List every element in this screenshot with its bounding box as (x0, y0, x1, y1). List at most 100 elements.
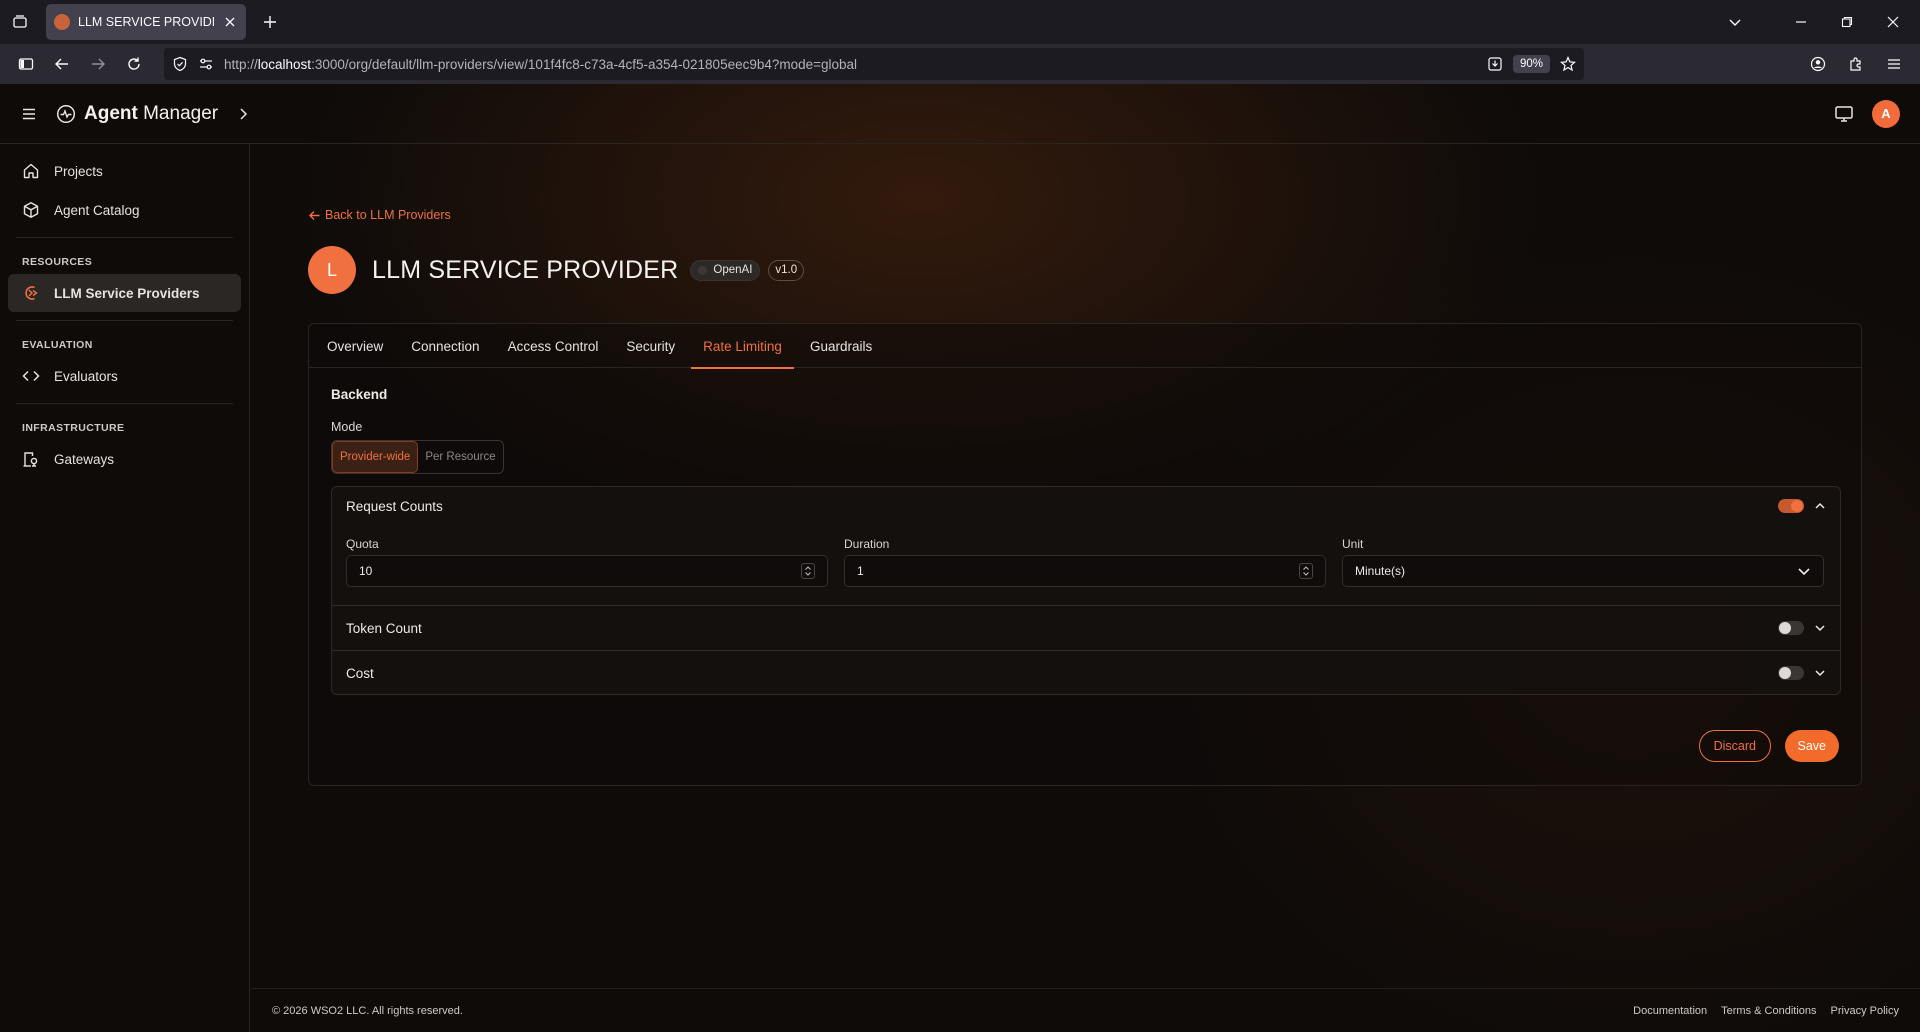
sidebar-section-resources: RESOURCES (22, 256, 93, 268)
tab-connection[interactable]: Connection (399, 324, 491, 368)
chevron-right-icon[interactable] (236, 107, 250, 121)
browser-tab-active[interactable]: LLM SERVICE PROVIDER | WSO2 (46, 4, 246, 40)
browser-tab-title: LLM SERVICE PROVIDER | WSO2 (78, 15, 214, 29)
accordion-header-request-counts[interactable]: Request Counts (332, 487, 1840, 525)
unit-select[interactable]: Minute(s) (1342, 555, 1824, 587)
reload-icon[interactable] (116, 48, 152, 80)
unit-label: Unit (1342, 537, 1364, 551)
quota-stepper-icon[interactable] (801, 563, 815, 579)
request-counts-toggle[interactable] (1778, 499, 1804, 513)
cost-toggle[interactable] (1778, 666, 1804, 680)
token-count-toggle[interactable] (1778, 621, 1804, 635)
chevron-down-icon[interactable] (1814, 667, 1826, 679)
sidebar-section-evaluation: EVALUATION (22, 339, 93, 351)
mode-option-provider-wide[interactable]: Provider-wide (332, 441, 419, 473)
accordion-header-cost[interactable]: Cost (332, 651, 1840, 695)
tab-overflow-chevron-icon[interactable] (1712, 0, 1758, 44)
sidebar-item-label: Projects (54, 163, 103, 179)
sidebar-section-infrastructure: INFRASTRUCTURE (22, 422, 125, 434)
menu-icon[interactable] (1876, 48, 1912, 80)
close-tab-icon[interactable] (222, 14, 238, 30)
bookmark-star-icon[interactable] (1560, 56, 1576, 72)
duration-label: Duration (844, 537, 890, 551)
sidebar-item-llm-service-providers[interactable]: LLM Service Providers (8, 274, 241, 312)
back-icon[interactable] (44, 48, 80, 80)
back-to-llm-providers-link[interactable]: Back to LLM Providers (308, 208, 451, 222)
account-icon[interactable] (1800, 48, 1836, 80)
section-title-backend: Backend (331, 387, 388, 402)
monitor-icon[interactable] (1834, 104, 1854, 124)
url-bar[interactable]: http://localhost:3000/org/default/llm-pr… (164, 48, 1584, 80)
quota-input[interactable]: 10 (346, 555, 828, 587)
footer-link-terms[interactable]: Terms & Conditions (1721, 1005, 1816, 1017)
forward-icon[interactable] (80, 48, 116, 80)
provider-avatar: L (308, 246, 356, 294)
zoom-level-badge[interactable]: 90% (1512, 55, 1550, 73)
request-counts-title: Request Counts (346, 498, 443, 514)
provider-logo-icon (698, 265, 708, 275)
tab-guardrails[interactable]: Guardrails (798, 324, 884, 368)
sidebar-item-label: Agent Catalog (54, 202, 140, 218)
sidebar-toggle-icon[interactable] (8, 48, 44, 80)
new-tab-button[interactable] (250, 4, 290, 40)
app-header: Agent Manager A (0, 84, 1920, 144)
extensions-icon[interactable] (1838, 48, 1874, 80)
footer: © 2026 WSO2 LLC. All rights reserved. Do… (251, 988, 1920, 1032)
sidebar-item-evaluators[interactable]: Evaluators (8, 357, 241, 395)
footer-link-privacy[interactable]: Privacy Policy (1831, 1005, 1899, 1017)
rate-limit-accordion: Request Counts Quota 10 Duration 1 Unit … (331, 486, 1841, 695)
token-count-title: Token Count (346, 620, 422, 636)
gateway-icon (22, 450, 40, 468)
llm-provider-icon (22, 284, 40, 302)
tab-list-icon[interactable] (0, 0, 40, 44)
mode-toggle-group: Provider-wide Per Resource (331, 440, 504, 474)
page-info-icon[interactable] (198, 56, 214, 72)
duration-stepper-icon[interactable] (1299, 563, 1313, 579)
user-avatar[interactable]: A (1872, 99, 1900, 128)
browser-tabbar: LLM SERVICE PROVIDER | WSO2 (0, 0, 1920, 44)
sidebar-item-label: Gateways (54, 451, 115, 467)
sidebar-divider (16, 237, 233, 238)
sidebar-item-gateways[interactable]: Gateways (8, 440, 241, 478)
brand-logo-icon (56, 104, 76, 124)
tab-security[interactable]: Security (614, 324, 687, 368)
sidebar-item-projects[interactable]: Projects (8, 152, 241, 190)
close-window-button[interactable] (1870, 0, 1916, 44)
browser-navbar: http://localhost:3000/org/default/llm-pr… (0, 44, 1920, 84)
chevron-down-icon[interactable] (1814, 622, 1826, 634)
sidebar-item-label: Evaluators (54, 368, 118, 384)
home-icon (22, 162, 40, 180)
mode-label: Mode (331, 420, 363, 434)
minimize-button[interactable] (1778, 0, 1824, 44)
code-icon (22, 367, 40, 385)
hamburger-menu-icon[interactable] (20, 105, 38, 123)
chevron-down-icon (1797, 564, 1811, 578)
url-text[interactable]: http://localhost:3000/org/default/llm-pr… (224, 57, 1477, 72)
sidebar-item-agent-catalog[interactable]: Agent Catalog (8, 191, 241, 229)
accordion-header-token-count[interactable]: Token Count (332, 606, 1840, 650)
provider-header: L LLM SERVICE PROVIDER OpenAI v1.0 (308, 246, 805, 294)
tab-overview[interactable]: Overview (315, 324, 395, 368)
footer-link-documentation[interactable]: Documentation (1633, 1005, 1707, 1017)
package-icon (22, 201, 40, 219)
sidebar-divider (16, 403, 233, 404)
page-title: LLM SERVICE PROVIDER (372, 255, 679, 284)
chevron-up-icon[interactable] (1814, 500, 1826, 512)
brand-name-bold: Agent (84, 102, 138, 124)
duration-value: 1 (857, 564, 864, 578)
tab-access-control[interactable]: Access Control (496, 324, 611, 368)
tab-rate-limiting[interactable]: Rate Limiting (691, 324, 794, 369)
restore-button[interactable] (1824, 0, 1870, 44)
sidebar: Projects Agent Catalog RESOURCES LLM Ser… (0, 144, 250, 1032)
shield-icon[interactable] (172, 56, 188, 72)
save-button[interactable]: Save (1784, 730, 1839, 762)
duration-input[interactable]: 1 (844, 555, 1326, 587)
provider-type-label: OpenAI (713, 264, 753, 276)
mode-option-per-resource[interactable]: Per Resource (418, 441, 502, 473)
sidebar-divider (16, 320, 233, 321)
discard-button[interactable]: Discard (1698, 730, 1771, 762)
version-chip: v1.0 (768, 259, 805, 281)
brand[interactable]: Agent Manager (56, 103, 218, 125)
app-root: Agent Manager A Projects Agent Catalog R… (0, 84, 1920, 1032)
save-page-icon[interactable] (1487, 56, 1503, 72)
